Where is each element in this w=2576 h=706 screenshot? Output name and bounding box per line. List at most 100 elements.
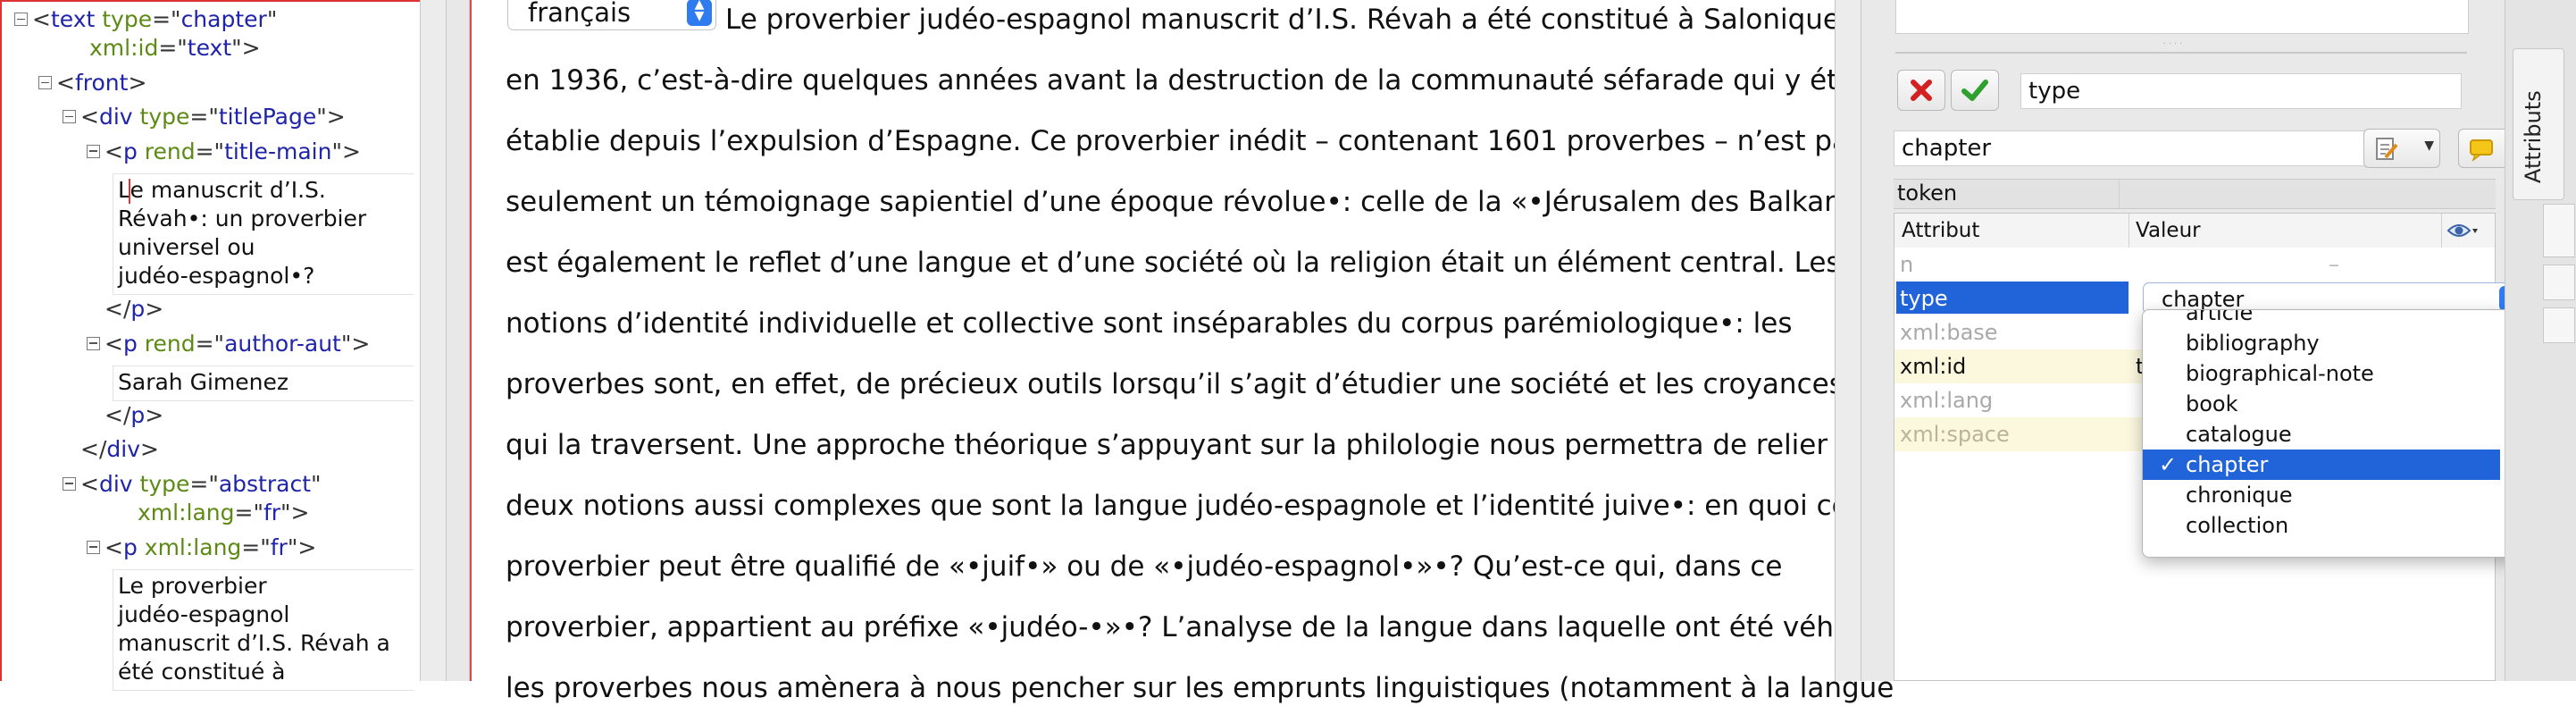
dropdown-option[interactable]: chronique [2143,480,2500,510]
paragraph-line[interactable]: en 1936, c’est-à-dire quelques années av… [506,63,1873,98]
dropdown-option[interactable]: article [2143,310,2500,328]
token-bar: token [1894,179,2496,209]
attr-name: xml:lang [144,534,242,560]
paragraph-line[interactable]: est également le reflet d’une langue et … [506,245,1841,281]
attribute-row-name: xml:lang [1900,388,1994,413]
text-editor[interactable]: français ▲ ▼ Le proverbier judéo-espagnol… [470,0,1922,704]
collapse-toggle-icon[interactable] [63,110,76,124]
attr-quote: " [287,534,298,560]
attr-quote: " [331,138,342,164]
tag-bracket: < [105,330,123,357]
side-tab-attributs[interactable]: Attributs [2513,48,2564,200]
attribute-name-field[interactable]: type [2020,73,2462,109]
side-tool-button[interactable] [2543,307,2575,343]
tree-element[interactable]: <div type="titlePage"> [80,103,346,131]
tree-text-line: Le proverbier [118,573,267,600]
tag-name: p [122,138,138,164]
tree-closing-tag[interactable]: </div> [80,435,159,464]
paragraph-line[interactable]: notions d’identité individuelle et colle… [506,306,1793,341]
attribute-value-field[interactable]: chapter [1894,130,2421,166]
attr-quote: =" [189,470,219,497]
attribute-row-name: xml:base [1900,320,1998,345]
split-handle[interactable]: ···· [2147,40,2201,49]
attr-quote: "> [231,35,261,62]
side-tool-button[interactable] [2543,204,2575,257]
tag-bracket: < [56,70,75,97]
header-attribute: Attribut [1902,219,1980,242]
paragraph-line[interactable]: les proverbes nous amènera à nous penche… [506,670,1894,706]
tree-element[interactable]: <front> [56,69,146,97]
paragraph-line[interactable]: qui la traversent. Une approche théoriqu… [506,427,1827,463]
side-tab-label: Attributs [2521,90,2546,183]
side-tool-button[interactable] [2543,265,2575,300]
tag-bracket: > [326,104,346,130]
language-select[interactable]: français ▲ ▼ [507,0,716,30]
paragraph-line[interactable]: Le proverbier judéo-espagnol manuscrit d… [725,2,1840,38]
paragraph-line[interactable]: établie depuis l’expulsion d’Espagne. Ce… [506,123,1863,159]
tag-bracket: > [145,402,164,429]
attribute-row-value: – [2329,252,2339,277]
collapse-toggle-icon[interactable] [38,76,52,90]
dropdown-option[interactable]: biographical-note [2143,358,2500,389]
tree-element[interactable]: <p rend="author-aut"> [105,330,370,358]
tag-name: p [122,534,138,560]
dropdown-option[interactable]: collection [2143,510,2500,541]
attr-quote: =" [195,330,225,357]
dropdown-option-label: book [2186,391,2238,416]
paragraph-line[interactable]: deux notions aussi complexes que sont la… [506,488,1849,524]
attr-name: xml:lang [138,500,235,526]
tree-text-line: Le manuscrit d’I.S. [118,177,326,204]
collapse-toggle-icon[interactable] [87,540,100,554]
tree-closing-tag[interactable]: </p> [105,295,163,324]
collapse-toggle-icon[interactable] [87,336,100,350]
header-value: Valeur [2136,219,2201,242]
dropdown-option[interactable]: book [2143,389,2500,419]
collapse-toggle-icon[interactable] [63,476,76,491]
check-icon [1961,80,1988,101]
tree-scrollbar[interactable] [420,0,447,681]
tag-bracket: > [297,534,317,560]
cancel-button[interactable] [1897,70,1945,111]
visibility-eye-icon[interactable] [2446,222,2479,240]
attr-value: titlePage [218,104,317,130]
tree-text-line: judéo-espagnol [118,601,290,628]
dropdown-option[interactable]: bibliography [2143,328,2500,358]
tree-element[interactable]: <p xml:lang="fr"> [105,534,316,562]
paragraph-line[interactable]: proverbes sont, en effet, de précieux ou… [506,366,1844,402]
side-tab-strip: Attributs [2505,0,2576,681]
tree-element[interactable]: <div type="abstract" [80,470,322,499]
value-dropdown-list[interactable]: article bibliography biographical-note book… [2142,309,2526,558]
attribute-row[interactable]: n – [1894,248,2495,282]
attr-quote: =" [189,104,219,130]
collapse-toggle-icon[interactable] [87,144,100,158]
tree-attr-continuation: xml:id="text"> [89,34,261,63]
editor-scrollbar[interactable] [1835,0,1861,681]
tree-text-line: Sarah Gimenez [118,369,289,396]
dropdown-option-label: catalogue [2186,422,2292,447]
attribute-row-name: xml:space [1900,422,2010,447]
attr-value: abstract [218,470,312,497]
tree-element[interactable]: <text type="chapter" [32,5,277,34]
paragraph-line[interactable]: proverbier, appartient au préfixe «•judé… [506,609,1913,645]
dropdown-option[interactable]: ✓ chapter [2143,450,2500,480]
paragraph-line[interactable]: proverbier peut être qualifié de «•juif•… [506,549,1782,584]
confirm-button[interactable] [1951,70,1999,111]
paragraph-line[interactable]: seulement un témoignage sapientiel d’une… [506,184,1922,220]
chevron-down-icon: ▼ [2424,139,2434,153]
tag-bracket: </ [105,402,131,429]
attr-name: type [139,104,190,130]
edit-dropdown-button[interactable]: ▼ [2363,129,2440,168]
tree-element[interactable]: <p rend="title-main"> [105,138,361,166]
collapse-toggle-icon[interactable] [14,13,28,26]
tag-bracket: > [128,70,147,97]
attribute-row-name: n [1900,252,1914,277]
tree-closing-tag[interactable]: </p> [105,401,163,430]
attr-quote: "> [280,500,310,526]
dropdown-option[interactable]: catalogue [2143,419,2500,450]
attr-quote: =" [241,534,271,560]
